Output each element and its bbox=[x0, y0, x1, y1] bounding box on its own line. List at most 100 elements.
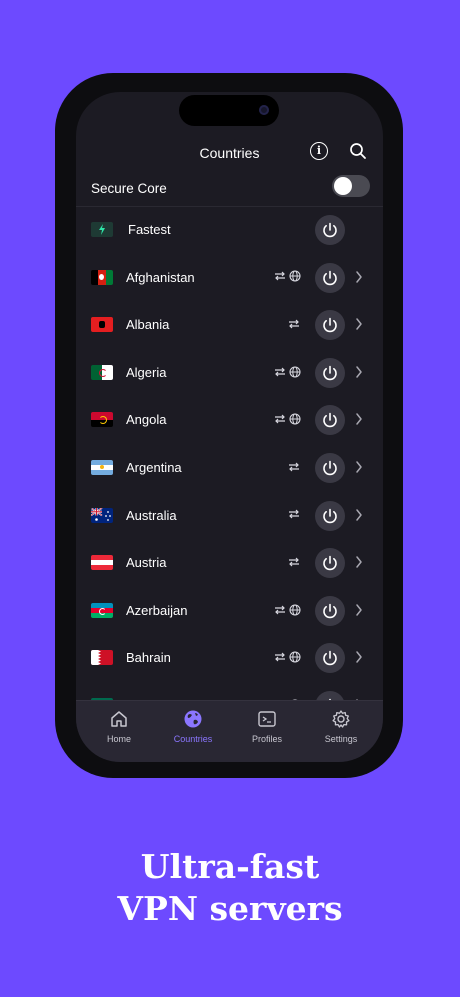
secure-core-label: Secure Core bbox=[91, 181, 167, 196]
power-icon bbox=[323, 460, 337, 476]
search-icon[interactable] bbox=[349, 142, 367, 160]
feature-icons bbox=[274, 411, 301, 425]
power-icon bbox=[323, 317, 337, 333]
connect-button[interactable] bbox=[315, 262, 345, 293]
country-row[interactable]: Australia bbox=[76, 493, 383, 541]
power-icon bbox=[323, 413, 337, 428]
chevron-right-icon bbox=[356, 604, 362, 616]
connect-button[interactable] bbox=[315, 595, 345, 626]
p2p-icon bbox=[289, 557, 299, 567]
expand-chevron[interactable] bbox=[355, 412, 363, 431]
country-name: Algeria bbox=[126, 364, 167, 380]
expand-chevron[interactable] bbox=[355, 270, 363, 289]
country-row[interactable]: Angola bbox=[76, 397, 383, 445]
p2p-icon bbox=[275, 652, 285, 662]
country-name: Albania bbox=[126, 317, 170, 333]
flag-dz-icon bbox=[91, 364, 113, 380]
expand-chevron[interactable] bbox=[355, 603, 363, 622]
power-icon bbox=[323, 270, 337, 285]
tab-settings[interactable]: Settings bbox=[311, 709, 371, 744]
feature-icons bbox=[288, 507, 300, 521]
dynamic-island bbox=[179, 95, 279, 126]
country-name: Afghanistan bbox=[126, 269, 195, 285]
feature-icons bbox=[288, 554, 300, 568]
secure-core-toggle[interactable] bbox=[332, 175, 370, 197]
connect-button[interactable] bbox=[315, 357, 345, 388]
tor-globe-icon bbox=[289, 366, 301, 378]
p2p-icon bbox=[275, 367, 285, 377]
feature-icons bbox=[288, 316, 300, 330]
tab-profiles[interactable]: Profiles bbox=[237, 709, 297, 744]
gear-icon bbox=[332, 710, 350, 728]
flag-ao-icon bbox=[91, 412, 113, 428]
expand-chevron[interactable] bbox=[355, 365, 363, 384]
power-icon bbox=[323, 365, 337, 380]
feature-icons bbox=[274, 269, 301, 283]
power-icon bbox=[323, 555, 337, 571]
p2p-icon bbox=[275, 414, 285, 424]
expand-chevron[interactable] bbox=[355, 650, 363, 669]
country-name: Bahrain bbox=[126, 650, 171, 666]
tab-label: Profiles bbox=[251, 734, 282, 744]
chevron-right-icon bbox=[356, 318, 362, 330]
country-row[interactable]: Algeria bbox=[76, 350, 383, 398]
connect-button[interactable] bbox=[315, 548, 345, 579]
flag-ar-icon bbox=[91, 459, 113, 475]
country-list: Fastest Afghanistan Albania Algeria Angola… bbox=[76, 207, 383, 731]
tab-label: Home bbox=[106, 734, 131, 744]
flag-az-icon bbox=[91, 602, 113, 618]
country-row[interactable]: Afghanistan bbox=[76, 255, 383, 303]
feature-icons bbox=[288, 459, 300, 473]
tagline-line-2: VPN servers bbox=[117, 889, 343, 928]
tagline: Ultra-fast VPN servers bbox=[0, 846, 460, 930]
p2p-icon bbox=[289, 509, 299, 519]
chevron-right-icon bbox=[356, 270, 362, 283]
country-name: Fastest bbox=[128, 222, 171, 237]
country-row[interactable]: Azerbaijan bbox=[76, 588, 383, 636]
country-name: Angola bbox=[126, 412, 167, 428]
connect-button[interactable] bbox=[315, 310, 345, 341]
country-row[interactable]: Bahrain bbox=[76, 635, 383, 683]
tagline-line-1: Ultra-fast bbox=[140, 847, 320, 886]
feature-icons bbox=[274, 649, 301, 663]
globe-icon bbox=[184, 710, 202, 728]
country-name: Australia bbox=[126, 507, 177, 523]
connect-button[interactable] bbox=[315, 452, 345, 483]
info-icon[interactable]: i bbox=[310, 142, 328, 160]
expand-chevron[interactable] bbox=[355, 555, 363, 574]
p2p-icon bbox=[275, 605, 285, 615]
feature-icons bbox=[274, 602, 301, 616]
country-name: Austria bbox=[126, 555, 167, 571]
country-name: Argentina bbox=[126, 459, 182, 475]
connect-button[interactable] bbox=[315, 643, 345, 674]
country-row[interactable]: Argentina bbox=[76, 445, 383, 493]
tor-globe-icon bbox=[289, 651, 301, 663]
page-title: Countries bbox=[199, 145, 260, 161]
tab-bar: Home Countries Profiles Settings bbox=[76, 700, 383, 762]
power-icon bbox=[323, 222, 337, 238]
flag-bh-icon bbox=[91, 650, 113, 666]
fastest-row[interactable]: Fastest bbox=[76, 207, 383, 255]
profiles-icon bbox=[258, 711, 276, 727]
connect-button[interactable] bbox=[315, 500, 345, 531]
tab-home[interactable]: Home bbox=[89, 709, 149, 744]
power-icon bbox=[323, 603, 337, 618]
expand-chevron[interactable] bbox=[355, 317, 363, 336]
header: Countries i bbox=[76, 136, 383, 170]
connect-button[interactable] bbox=[315, 215, 345, 245]
phone-screen: Countries i Secure Core Fastest Afghanist… bbox=[76, 92, 383, 762]
tab-label: Settings bbox=[324, 734, 358, 744]
connect-button[interactable] bbox=[315, 405, 345, 436]
expand-chevron[interactable] bbox=[355, 460, 363, 479]
home-icon bbox=[111, 711, 127, 727]
chevron-right-icon bbox=[356, 651, 362, 664]
flag-at-icon bbox=[91, 555, 113, 571]
country-row[interactable]: Austria bbox=[76, 540, 383, 588]
flag-al-icon bbox=[91, 317, 113, 333]
country-row[interactable]: Albania bbox=[76, 302, 383, 350]
toggle-knob bbox=[334, 177, 352, 195]
tab-countries[interactable]: Countries bbox=[163, 709, 223, 744]
flag-fastest-icon bbox=[91, 222, 113, 237]
chevron-right-icon bbox=[356, 413, 362, 426]
expand-chevron[interactable] bbox=[355, 508, 363, 527]
